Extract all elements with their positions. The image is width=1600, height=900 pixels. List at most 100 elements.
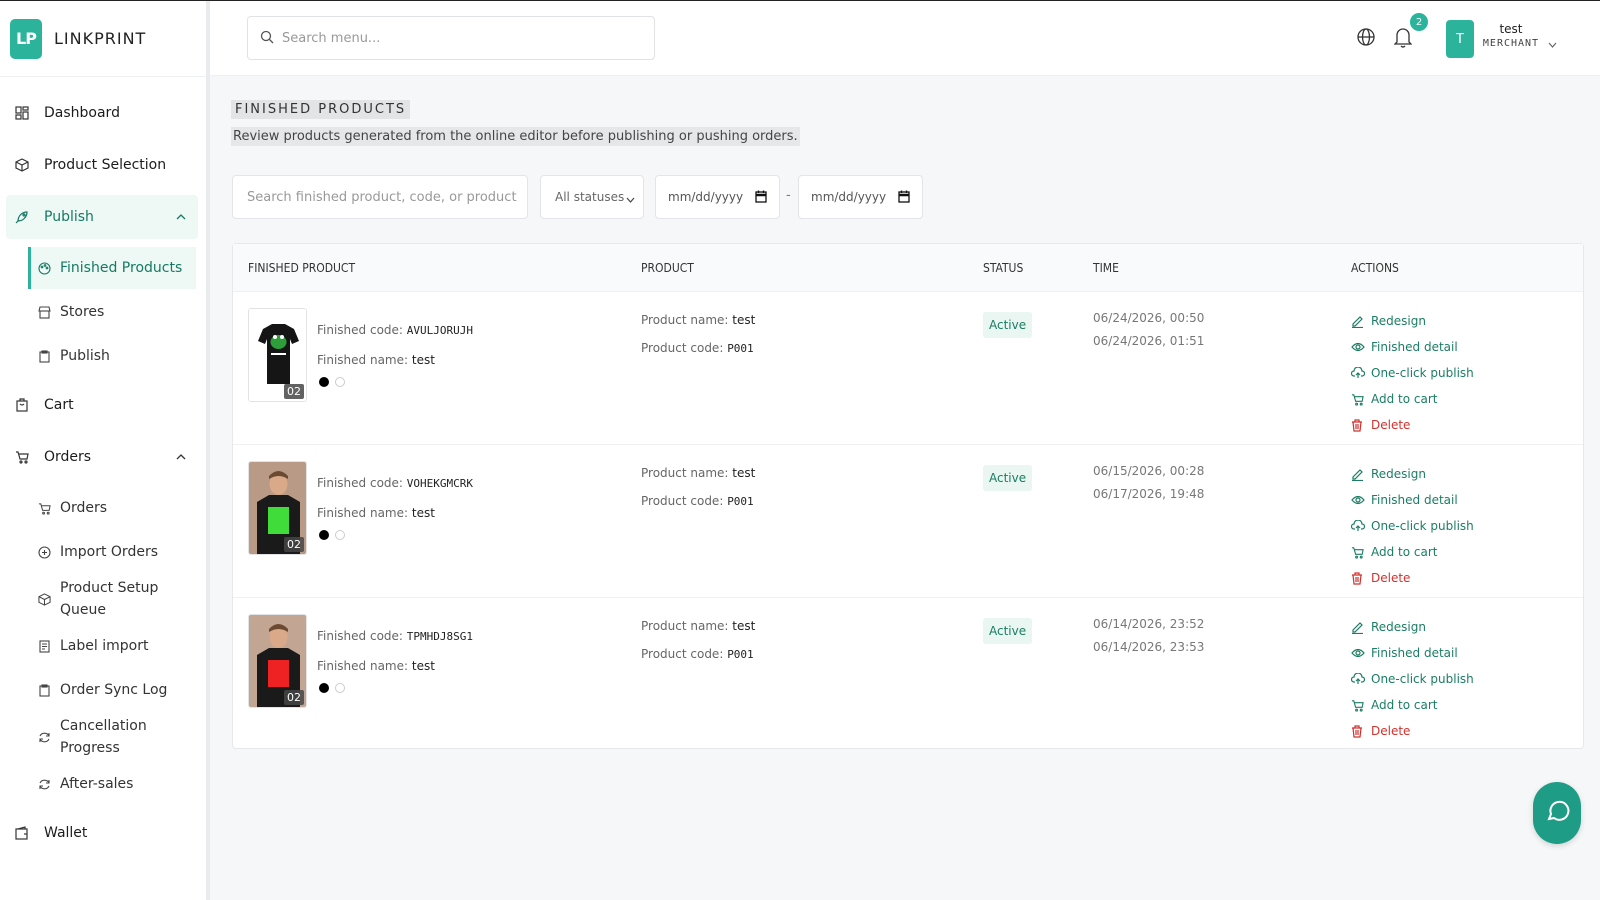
finished-name-value: test — [411, 506, 435, 520]
date-from-value: mm/dd/yyyy — [668, 190, 744, 204]
user-menu[interactable]: test MERCHANT — [1482, 22, 1540, 49]
menu-search-input[interactable] — [282, 30, 622, 46]
one-click-publish-button[interactable]: One-click publish — [1351, 513, 1474, 539]
column-header-finished-product: FINISHED PRODUCT — [248, 261, 356, 275]
one-click-publish-button[interactable]: One-click publish — [1351, 360, 1474, 386]
product-code-label: Product code: — [641, 494, 728, 508]
sidebar-subitem-stores[interactable]: Stores — [28, 291, 196, 333]
product-name: Product name: test — [641, 313, 755, 327]
finished-detail-button[interactable]: Finished detail — [1351, 640, 1474, 666]
column-header-actions: ACTIONS — [1351, 261, 1399, 275]
cart-icon — [14, 449, 30, 465]
sidebar-subitem-cancellation-progress[interactable]: Cancellation Progress — [28, 713, 196, 761]
delete-button[interactable]: Delete — [1351, 412, 1474, 438]
sidebar-subitem-import-orders[interactable]: Import Orders — [28, 531, 196, 573]
brand[interactable]: LP LINKPRINT — [0, 1, 206, 77]
date-from-input[interactable]: mm/dd/yyyy — [655, 175, 780, 219]
product-name-label: Product name: — [641, 466, 733, 480]
sidebar-subitem-publish[interactable]: Publish — [28, 335, 196, 377]
delete-button[interactable]: Delete — [1351, 565, 1474, 591]
clipboard-icon — [38, 349, 52, 363]
finished-detail-button[interactable]: Finished detail — [1351, 487, 1474, 513]
finished-code-value: VOHEKGMCRK — [406, 477, 474, 490]
clipboard-icon — [38, 683, 52, 697]
product-thumbnail[interactable]: 02 — [248, 614, 307, 708]
sidebar-subitem-product-setup-queue[interactable]: Product Setup Queue — [28, 575, 196, 623]
sidebar-subitem-label: Label import — [60, 638, 149, 654]
action-label: Add to cart — [1371, 392, 1438, 406]
plus-circle-icon — [38, 545, 52, 559]
finished-detail-button[interactable]: Finished detail — [1351, 334, 1474, 360]
add-to-cart-button[interactable]: Add to cart — [1351, 692, 1474, 718]
finished-name: Finished name: test — [317, 353, 435, 367]
finished-code: Finished code: TPMHDJ8SG1 — [317, 629, 473, 643]
pencil-icon — [1351, 314, 1365, 328]
action-label: Delete — [1371, 571, 1411, 585]
chat-button[interactable] — [1533, 782, 1581, 844]
swatch-black[interactable] — [319, 683, 329, 693]
sidebar-item-publish[interactable]: Publish — [6, 195, 198, 239]
product-code: Product code: P001 — [641, 341, 754, 355]
sidebar-item-cart[interactable]: Cart — [6, 383, 198, 427]
sidebar-subitem-label-import[interactable]: Label import — [28, 625, 196, 667]
redesign-button[interactable]: Redesign — [1351, 461, 1474, 487]
chevron-down-icon — [626, 192, 635, 206]
sidebar-subitem-order-sync-log[interactable]: Order Sync Log — [28, 669, 196, 711]
sidebar-subitem-orders[interactable]: Orders — [28, 487, 196, 529]
eye-icon — [1351, 646, 1365, 660]
sidebar-item-wallet[interactable]: Wallet — [6, 811, 198, 855]
redesign-button[interactable]: Redesign — [1351, 308, 1474, 334]
finished-code-label: Finished code: — [317, 323, 407, 337]
chevron-up-icon — [176, 209, 186, 225]
swatch-white[interactable] — [335, 530, 345, 540]
finished-product-search-input[interactable]: Search finished product, code, or produc… — [232, 175, 528, 219]
action-label: Add to cart — [1371, 545, 1438, 559]
product-code-value: P001 — [727, 342, 754, 355]
redesign-button[interactable]: Redesign — [1351, 614, 1474, 640]
sidebar-item-orders[interactable]: Orders — [6, 435, 198, 479]
action-label: Finished detail — [1371, 340, 1458, 354]
product-thumbnail[interactable]: 02 — [248, 461, 307, 555]
product-code-label: Product code: — [641, 341, 728, 355]
one-click-publish-button[interactable]: One-click publish — [1351, 666, 1474, 692]
sidebar-subitem-label: Orders — [60, 500, 108, 516]
swatch-black[interactable] — [319, 530, 329, 540]
calendar-icon[interactable] — [755, 190, 767, 206]
swatch-white[interactable] — [335, 683, 345, 693]
globe-icon[interactable] — [1356, 27, 1376, 51]
product-code-label: Product code: — [641, 647, 728, 661]
delete-button[interactable]: Delete — [1351, 718, 1474, 744]
action-label: Finished detail — [1371, 646, 1458, 660]
add-to-cart-button[interactable]: Add to cart — [1351, 539, 1474, 565]
image-count-badge: 02 — [284, 690, 304, 705]
menu-search[interactable] — [247, 16, 655, 60]
chevron-down-icon[interactable] — [1548, 33, 1557, 52]
date-to-input[interactable]: mm/dd/yyyy — [798, 175, 923, 219]
chat-bubble-icon — [1544, 798, 1570, 828]
action-label: Redesign — [1371, 620, 1426, 634]
calendar-icon[interactable] — [898, 190, 910, 206]
finished-products-table: FINISHED PRODUCT PRODUCT STATUS TIME ACT… — [232, 243, 1584, 749]
avatar[interactable]: T — [1446, 20, 1474, 58]
finished-code-label: Finished code: — [317, 476, 407, 490]
swatch-black[interactable] — [319, 377, 329, 387]
bell-icon[interactable] — [1393, 26, 1413, 52]
finished-name-label: Finished name: — [317, 659, 412, 673]
trash-icon — [1351, 418, 1365, 432]
column-header-status: STATUS — [983, 261, 1024, 275]
swatch-white[interactable] — [335, 377, 345, 387]
sidebar-subitem-finished-products[interactable]: Finished Products — [28, 247, 196, 289]
add-to-cart-button[interactable]: Add to cart — [1351, 386, 1474, 412]
cloud-upload-icon — [1351, 672, 1365, 686]
status-select[interactable]: All statuses — [540, 175, 644, 219]
sidebar-item-product-selection[interactable]: Product Selection — [6, 143, 198, 187]
cart-icon — [1351, 392, 1365, 406]
table-header: FINISHED PRODUCT PRODUCT STATUS TIME ACT… — [233, 244, 1583, 292]
product-code-value: P001 — [727, 648, 754, 661]
product-thumbnail[interactable]: 02 — [248, 308, 307, 402]
sidebar-subitem-after-sales[interactable]: After-sales — [28, 763, 196, 805]
color-swatches — [319, 683, 345, 693]
status-badge: Active — [983, 618, 1033, 644]
finished-code-value: AVULJORUJH — [406, 324, 474, 337]
sidebar-item-dashboard[interactable]: Dashboard — [6, 91, 198, 135]
